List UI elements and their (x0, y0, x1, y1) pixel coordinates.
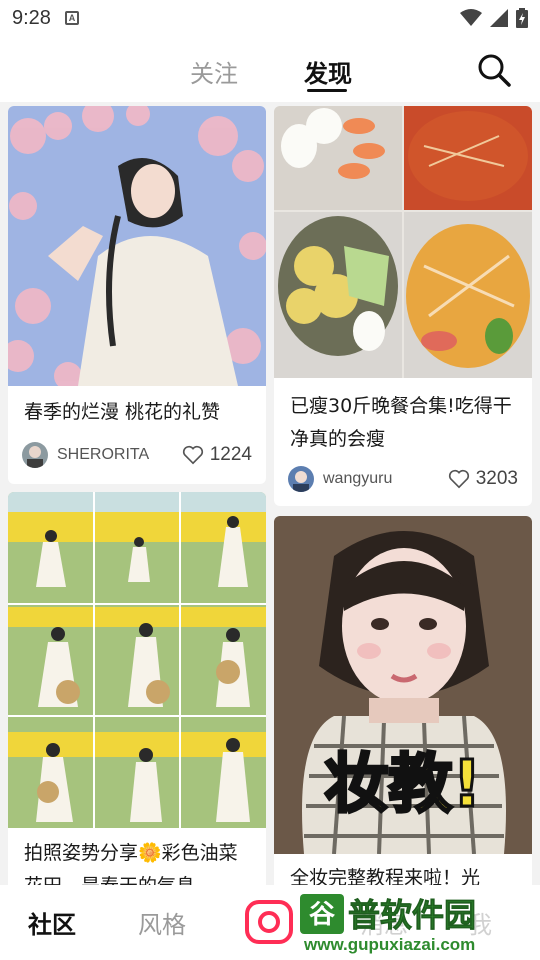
post-title: 已瘦30斤晚餐合集!吃得干净真的会瘦 (290, 395, 512, 450)
post-image (8, 106, 266, 386)
top-header: 关注 发现 (0, 36, 540, 102)
tab-discover[interactable]: 发现 (304, 54, 352, 89)
tab-follow[interactable]: 关注 (190, 54, 238, 89)
search-icon[interactable] (476, 52, 512, 88)
site-watermark: 谷 普软件园 www.gupuxiazai.com (296, 888, 540, 954)
overlay-text: 妆教! (324, 748, 481, 822)
app-screen: 9:28 A 关注 发现 春季的烂漫 桃花的礼赞 SHERORITA 1224 … (0, 0, 540, 960)
signal-icon (490, 9, 508, 27)
post-card[interactable]: 已瘦30斤晚餐合集!吃得干净真的会瘦 wangyuru 3203 (274, 106, 532, 506)
active-tab-indicator (307, 89, 347, 92)
svg-text:普软件园: 普软件园 (348, 896, 476, 934)
author-name[interactable]: wangyuru (323, 470, 392, 488)
svg-text:谷: 谷 (309, 900, 336, 930)
like-count: 3203 (475, 468, 518, 489)
nav-community[interactable]: 社区 (28, 905, 76, 940)
battery-icon (516, 8, 528, 28)
post-card[interactable]: 妆教! 全妆完整教程来啦！光 (274, 516, 532, 885)
wifi-icon (460, 9, 482, 26)
camera-icon[interactable] (244, 899, 294, 945)
discover-feed[interactable]: 春季的烂漫 桃花的礼赞 SHERORITA 1224 已瘦30斤晚餐合集!吃得干… (0, 102, 540, 885)
like-count: 1224 (209, 444, 252, 465)
nav-style[interactable]: 风格 (138, 905, 186, 940)
notification-icon: A (64, 11, 79, 25)
post-image (8, 492, 266, 828)
post-card[interactable]: 拍照姿势分享🌼彩色油菜花田，是春天的气息 (8, 492, 266, 885)
post-meta: SHERORITA 1224 (22, 440, 252, 470)
post-card[interactable]: 春季的烂漫 桃花的礼赞 SHERORITA 1224 (8, 106, 266, 484)
like-button[interactable]: 1224 (182, 444, 252, 466)
author-avatar[interactable] (288, 466, 314, 492)
heart-icon (182, 445, 203, 465)
post-image: 妆教! (274, 516, 532, 854)
status-time: 9:28 (12, 6, 51, 29)
svg-text:www.gupuxiazai.com: www.gupuxiazai.com (303, 935, 475, 954)
like-button[interactable]: 3203 (448, 468, 518, 490)
author-avatar[interactable] (22, 442, 48, 468)
status-icons (460, 8, 528, 28)
post-meta: wangyuru 3203 (288, 464, 518, 494)
author-name[interactable]: SHERORITA (57, 446, 149, 464)
post-title: 拍照姿势分享🌼彩色油菜花田，是春天的气息 (24, 842, 238, 885)
post-image (274, 106, 532, 378)
status-bar: 9:28 A (0, 0, 540, 36)
post-title: 春季的烂漫 桃花的礼赞 (24, 401, 221, 423)
post-title: 全妆完整教程来啦！光 (290, 867, 481, 885)
heart-icon (448, 469, 469, 489)
